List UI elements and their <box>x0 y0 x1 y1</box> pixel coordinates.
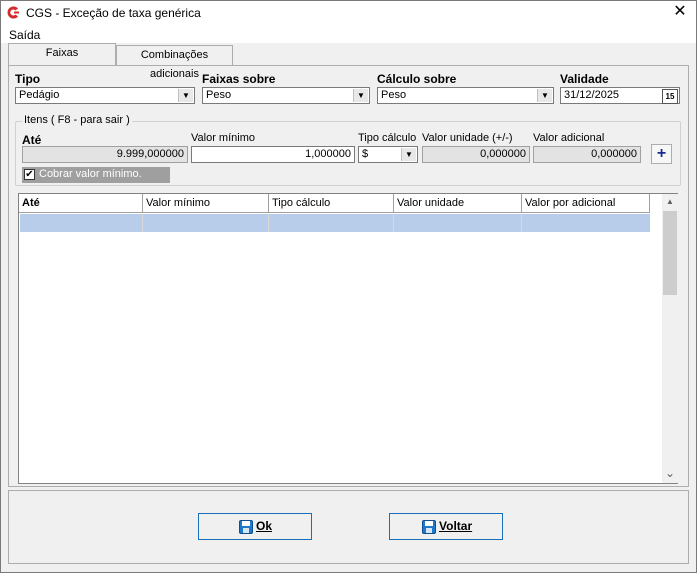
ok-button[interactable]: Ok <box>198 513 312 540</box>
column-header-ate[interactable]: Até <box>19 194 143 213</box>
tipo-value: Pedágio <box>19 89 60 101</box>
tipo-calculo-label: Tipo cálculo <box>358 132 417 144</box>
add-item-button[interactable]: + <box>651 144 672 164</box>
validade-date-input[interactable]: 31/12/2025 15 <box>560 87 680 104</box>
faixas-sobre-label: Faixas sobre <box>202 72 276 86</box>
table-cell[interactable] <box>522 214 650 232</box>
tab-combinacoes-adicionais[interactable]: Combinações adicionais <box>116 45 233 80</box>
save-icon <box>422 520 436 534</box>
faixas-sobre-select[interactable]: Peso ▼ <box>202 87 370 104</box>
validade-value: 31/12/2025 <box>564 89 620 101</box>
calculo-sobre-select[interactable]: Peso ▼ <box>377 87 554 104</box>
column-header-tipo-calculo[interactable]: Tipo cálculo <box>269 194 394 213</box>
calendar-icon[interactable]: 15 <box>662 89 678 104</box>
valor-minimo-field[interactable]: 1,000000 <box>191 146 355 163</box>
itens-group-title: Itens ( F8 - para sair ) <box>22 114 132 126</box>
ate-label: Até <box>22 133 42 147</box>
items-grid[interactable]: Até Valor mínimo Tipo cálculo Valor unid… <box>18 193 678 484</box>
chevron-down-icon[interactable]: ▼ <box>401 148 416 161</box>
footer-panel <box>8 490 689 564</box>
menu-bar <box>1 25 696 43</box>
cobrar-valor-minimo-label: Cobrar valor mínimo. <box>39 168 142 180</box>
scroll-up-icon[interactable]: ▲ <box>662 194 678 210</box>
voltar-button[interactable]: Voltar <box>389 513 503 540</box>
validade-label: Validade <box>560 72 609 86</box>
app-logo-icon <box>7 6 19 19</box>
column-header-valor-por-adicional[interactable]: Valor por adicional <box>522 194 650 213</box>
calculo-sobre-label: Cálculo sobre <box>377 72 457 86</box>
voltar-label: Voltar <box>439 519 473 533</box>
cobrar-valor-minimo-checkbox[interactable]: ✔ Cobrar valor mínimo. <box>22 167 170 183</box>
table-cell[interactable] <box>394 214 522 232</box>
table-cell[interactable] <box>269 214 394 232</box>
table-cell[interactable] <box>20 214 143 232</box>
valor-unidade-field[interactable]: 0,000000 <box>422 146 530 163</box>
valor-unidade-label: Valor unidade (+/-) <box>422 132 513 144</box>
vertical-scrollbar[interactable]: ▲ ⌄ <box>662 194 678 483</box>
tab-faixas[interactable]: Faixas <box>8 43 116 65</box>
column-header-valor-unidade[interactable]: Valor unidade <box>394 194 522 213</box>
valor-minimo-label: Valor mínimo <box>191 132 255 144</box>
chevron-down-icon[interactable]: ▼ <box>353 89 368 102</box>
window-title: CGS - Exceção de taxa genérica <box>26 6 201 20</box>
chevron-down-icon[interactable]: ▼ <box>178 89 193 102</box>
close-icon[interactable]: ✕ <box>668 2 692 22</box>
ate-field[interactable]: 9.999,000000 <box>22 146 188 163</box>
faixas-sobre-value: Peso <box>206 89 232 101</box>
ok-label: Ok <box>256 519 273 533</box>
tipo-label: Tipo <box>15 72 41 86</box>
valor-adicional-field[interactable]: 0,000000 <box>533 146 641 163</box>
tipo-select[interactable]: Pedágio ▼ <box>15 87 195 104</box>
column-header-valor-minimo[interactable]: Valor mínimo <box>143 194 269 213</box>
chevron-down-icon[interactable]: ▼ <box>537 89 552 102</box>
menu-saida[interactable]: Saída <box>9 28 40 42</box>
valor-adicional-label: Valor adicional <box>533 132 605 144</box>
scroll-thumb[interactable] <box>663 211 677 295</box>
save-icon <box>239 520 253 534</box>
check-icon[interactable]: ✔ <box>24 169 35 180</box>
tipo-calculo-select[interactable]: $ ▼ <box>358 146 418 163</box>
scroll-down-icon[interactable]: ⌄ <box>662 466 678 482</box>
tipo-calculo-value: $ <box>362 148 369 160</box>
calculo-sobre-value: Peso <box>381 89 407 101</box>
table-cell[interactable] <box>143 214 269 232</box>
table-row[interactable] <box>20 214 650 232</box>
